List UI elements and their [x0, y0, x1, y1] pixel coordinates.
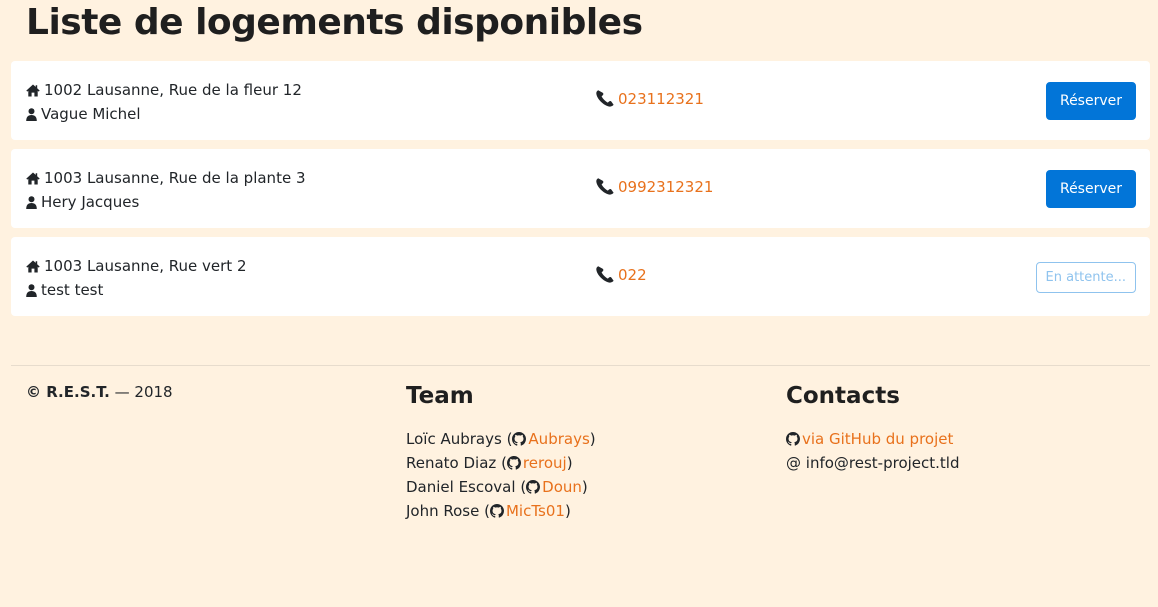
at-icon: @ — [786, 454, 801, 472]
reserve-button[interactable]: Réserver — [1045, 82, 1136, 120]
listing-address: 1003 Lausanne, Rue vert 2 — [26, 254, 247, 278]
home-icon — [26, 172, 40, 184]
github-icon — [786, 432, 800, 446]
team-member-name: Daniel Escoval — [406, 478, 516, 496]
listing-phone: 023112321 — [595, 89, 704, 108]
contact-email-text: info@rest-project.tld — [805, 454, 960, 472]
github-link[interactable]: Aubrays — [528, 430, 589, 448]
team-member-name: Loïc Aubrays — [406, 430, 502, 448]
listing-card: 1003 Lausanne, Rue vert 2 test test 022 … — [11, 237, 1150, 316]
phone-icon — [596, 90, 614, 107]
listing-phone: 0992312321 — [595, 177, 713, 196]
listing-owner: Vague Michel — [26, 102, 302, 126]
github-icon — [489, 504, 504, 518]
user-icon — [26, 283, 37, 297]
project-github-link[interactable]: via GitHub du projet — [802, 430, 953, 448]
phone-link[interactable]: 0992312321 — [618, 178, 713, 196]
github-icon — [526, 480, 541, 494]
team-member-name: John Rose — [406, 502, 480, 520]
team-member: John Rose (MicTs01) — [406, 502, 571, 520]
team-list: Loïc Aubrays (Aubrays) Renato Diaz (rero… — [406, 427, 596, 523]
copyright-name: © R.E.S.T. — [26, 383, 110, 401]
home-icon — [26, 260, 40, 272]
user-icon — [26, 107, 37, 121]
team-member-name: Renato Diaz — [406, 454, 497, 472]
listing-address: 1002 Lausanne, Rue de la fleur 12 — [26, 78, 302, 102]
team-member: Daniel Escoval (Doun) — [406, 478, 588, 496]
listing-card: 1002 Lausanne, Rue de la fleur 12 Vague … — [11, 61, 1150, 140]
listing-info: 1002 Lausanne, Rue de la fleur 12 Vague … — [26, 78, 302, 126]
page-title: Liste de logements disponibles — [26, 2, 643, 43]
team-member: Loïc Aubrays (Aubrays) — [406, 430, 596, 448]
phone-icon — [596, 266, 614, 283]
listing-owner-text: test test — [41, 281, 104, 299]
contact-github: via GitHub du projet — [786, 427, 960, 451]
reserve-button[interactable]: Réserver — [1045, 170, 1136, 208]
contacts-title: Contacts — [786, 383, 900, 409]
listing-owner-text: Hery Jacques — [41, 193, 140, 211]
github-link[interactable]: Doun — [542, 478, 582, 496]
listing-card: 1003 Lausanne, Rue de la plante 3 Hery J… — [11, 149, 1150, 228]
github-icon — [506, 456, 521, 470]
listing-address-text: 1003 Lausanne, Rue de la plante 3 — [44, 169, 306, 187]
github-icon — [512, 432, 527, 446]
listing-owner-text: Vague Michel — [41, 105, 141, 123]
phone-icon — [596, 178, 614, 195]
contact-email: @ info@rest-project.tld — [786, 451, 960, 475]
github-link[interactable]: rerouj — [523, 454, 567, 472]
listing-phone: 022 — [595, 265, 647, 284]
contacts-list: via GitHub du projet @ info@rest-project… — [786, 427, 960, 475]
copyright: © R.E.S.T. — 2018 — [26, 383, 173, 401]
team-member: Renato Diaz (rerouj) — [406, 454, 573, 472]
user-icon — [26, 195, 37, 209]
phone-link[interactable]: 023112321 — [618, 90, 704, 108]
copyright-sep: — — [114, 383, 130, 401]
listing-address-text: 1003 Lausanne, Rue vert 2 — [44, 257, 247, 275]
listing-info: 1003 Lausanne, Rue de la plante 3 Hery J… — [26, 166, 306, 214]
pending-button[interactable]: En attente... — [1035, 262, 1136, 293]
home-icon — [26, 84, 40, 96]
listing-owner: Hery Jacques — [26, 190, 306, 214]
footer-divider — [11, 365, 1150, 366]
copyright-year: 2018 — [134, 383, 173, 401]
listing-info: 1003 Lausanne, Rue vert 2 test test — [26, 254, 247, 302]
listing-address: 1003 Lausanne, Rue de la plante 3 — [26, 166, 306, 190]
phone-link[interactable]: 022 — [618, 266, 647, 284]
listing-address-text: 1002 Lausanne, Rue de la fleur 12 — [44, 81, 302, 99]
team-title: Team — [406, 383, 474, 409]
listing-owner: test test — [26, 278, 247, 302]
github-link[interactable]: MicTs01 — [506, 502, 565, 520]
